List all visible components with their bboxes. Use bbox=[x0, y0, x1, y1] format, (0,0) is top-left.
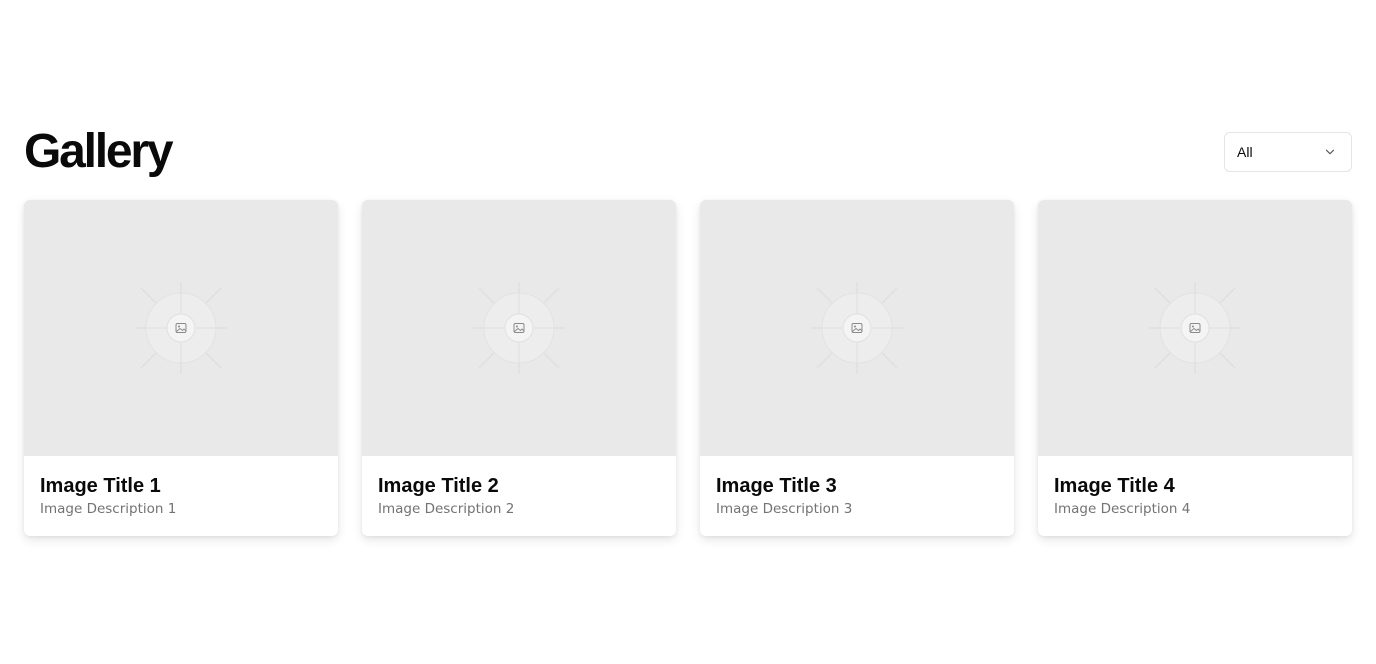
card-description: Image Description 1 bbox=[40, 501, 177, 517]
image-placeholder bbox=[362, 200, 676, 456]
card-body: Image Title 4 Image Description 4 bbox=[1038, 456, 1352, 518]
chevron-down-icon bbox=[1325, 149, 1335, 155]
card-description: Image Description 4 bbox=[1054, 501, 1191, 517]
filter-selected-value: All bbox=[1237, 144, 1253, 160]
gallery-card[interactable]: Image Title 2 Image Description 2 bbox=[362, 200, 676, 536]
gallery-card[interactable]: Image Title 3 Image Description 3 bbox=[700, 200, 1014, 536]
card-description: Image Description 2 bbox=[378, 501, 515, 517]
gallery-header: Gallery All bbox=[24, 126, 1352, 182]
category-filter-select[interactable]: All bbox=[1224, 132, 1352, 172]
image-placeholder bbox=[24, 200, 338, 456]
card-body: Image Title 1 Image Description 1 bbox=[24, 456, 338, 518]
card-body: Image Title 2 Image Description 2 bbox=[362, 456, 676, 518]
gallery-card[interactable]: Image Title 1 Image Description 1 bbox=[24, 200, 338, 536]
gallery-grid: Image Title 1 Image Description 1 Image … bbox=[24, 200, 1352, 536]
card-title: Image Title 4 bbox=[1054, 475, 1175, 497]
card-title: Image Title 3 bbox=[716, 475, 837, 497]
image-placeholder-icon bbox=[1149, 282, 1241, 374]
image-placeholder bbox=[1038, 200, 1352, 456]
image-placeholder-icon bbox=[811, 282, 903, 374]
page-title: Gallery bbox=[24, 125, 174, 178]
card-body: Image Title 3 Image Description 3 bbox=[700, 456, 1014, 518]
image-placeholder-icon bbox=[135, 282, 227, 374]
card-title: Image Title 2 bbox=[378, 475, 499, 497]
gallery-card[interactable]: Image Title 4 Image Description 4 bbox=[1038, 200, 1352, 536]
image-placeholder-icon bbox=[473, 282, 565, 374]
card-title: Image Title 1 bbox=[40, 475, 161, 497]
gallery-page: Gallery All Image Title 1 Image Descript… bbox=[0, 0, 1376, 664]
image-placeholder bbox=[700, 200, 1014, 456]
card-description: Image Description 3 bbox=[716, 501, 853, 517]
